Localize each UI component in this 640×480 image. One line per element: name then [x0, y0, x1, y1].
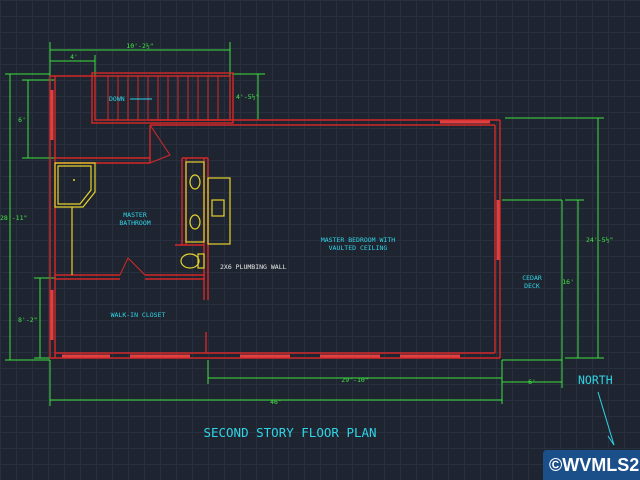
master-bathroom-label-2: BATHROOM	[119, 219, 150, 227]
floor-plan-drawing: DOWN MASTER BATHROOM MASTER BEDROOM WITH…	[0, 42, 615, 446]
shower	[54, 162, 96, 208]
walk-in-closet-label: WALK-IN CLOSET	[111, 311, 166, 319]
dim-overall-depth: 28'-11"	[0, 214, 27, 222]
dim-overall-width: 46'	[270, 398, 282, 406]
dim-stair-height-right: 4'-5½"	[236, 93, 259, 101]
dim-stair-width: 10'-2½"	[126, 42, 153, 50]
dim-bedroom-width: 29'-10"	[341, 376, 368, 384]
dim-right-depth: 24'-5½"	[586, 236, 613, 244]
master-bedroom-label-1: MASTER BEDROOM WITH	[321, 236, 395, 244]
dim-closet-depth: 8'-2"	[18, 316, 38, 324]
copyright-watermark: ©WVMLS2016	[543, 450, 640, 480]
down-label: DOWN	[109, 95, 125, 103]
dim-deck-width: 6'	[528, 378, 536, 386]
north-label: NORTH	[578, 373, 613, 387]
sink-right	[189, 214, 201, 230]
door-swings	[119, 124, 171, 276]
vanity	[185, 161, 205, 243]
toilet	[180, 253, 200, 269]
cedar-deck-label-1: CEDAR	[522, 274, 542, 282]
cedar-deck-label-2: DECK	[524, 282, 540, 290]
sink-left	[189, 174, 201, 190]
dim-stair-offset: 4'	[70, 53, 78, 61]
dim-deck-depth: 16'	[562, 278, 574, 286]
master-bathroom-label-1: MASTER	[123, 211, 147, 219]
plumbing-wall-label: 2X6 PLUMBING WALL	[220, 263, 287, 271]
master-bedroom-label-2: VAULTED CEILING	[329, 244, 388, 252]
cabinet	[207, 177, 231, 245]
plan-title: SECOND STORY FLOOR PLAN	[203, 425, 376, 440]
north-arrow	[597, 391, 615, 446]
floor-plan-canvas: DOWN MASTER BATHROOM MASTER BEDROOM WITH…	[0, 0, 640, 480]
dim-stair-height-left: 6'	[18, 116, 26, 124]
